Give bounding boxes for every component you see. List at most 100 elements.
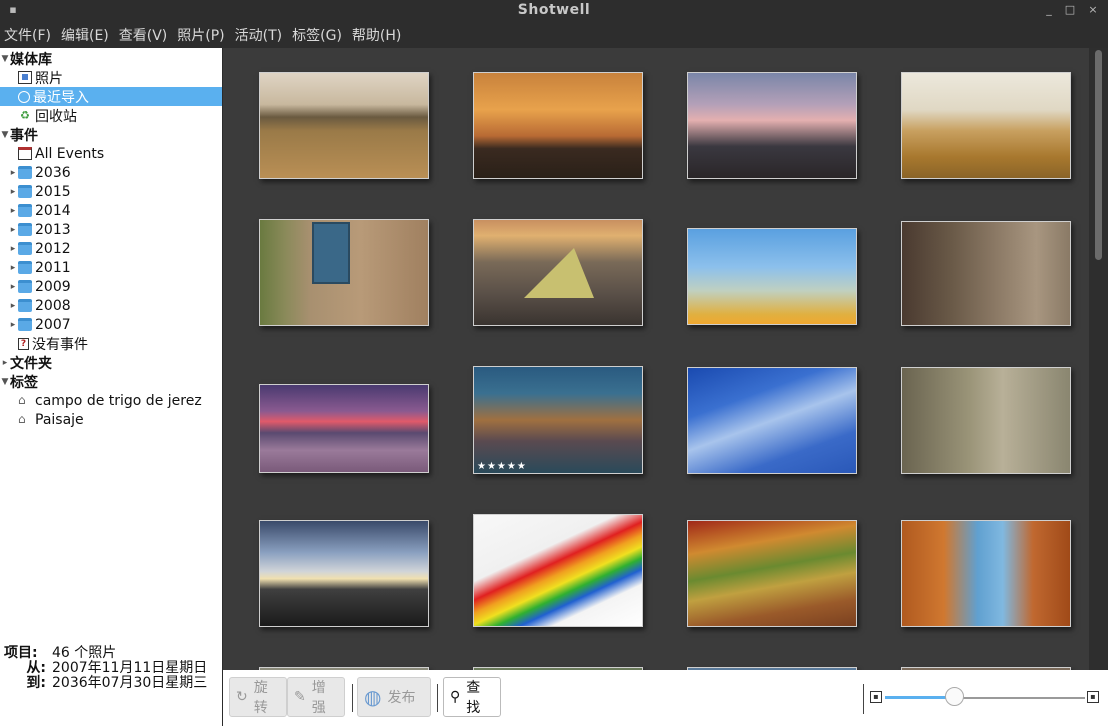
expander-icon[interactable]: ▼ — [0, 54, 10, 64]
expander-icon[interactable]: ▸ — [8, 187, 18, 197]
vertical-scrollbar[interactable] — [1089, 48, 1108, 670]
sidebar-item-all-events[interactable]: All Events — [0, 144, 222, 163]
menu-view[interactable]: 查看(V) — [119, 25, 168, 45]
photo-thumbnail-purple-lake-sunset[interactable] — [259, 384, 429, 473]
menu-photos[interactable]: 照片(P) — [177, 25, 224, 45]
info-items-row: 项目: 46 个照片 — [4, 646, 207, 661]
info-to-row: 到: 2036年07月30日星期三 — [4, 676, 207, 691]
photo-thumbnail-wooden-wall-window[interactable] — [259, 219, 429, 326]
sidebar-item-year[interactable]: ▸ 2015 — [0, 182, 222, 201]
sidebar-item-trash[interactable]: ♻ 回收站 — [0, 106, 222, 125]
photo-thumbnail-bicycle-street-sepia[interactable] — [901, 221, 1071, 326]
expander-icon[interactable]: ▸ — [8, 320, 18, 330]
photo-thumbnail-colorful-terraces[interactable] — [687, 520, 857, 627]
folder-icon — [18, 185, 32, 198]
folder-icon — [18, 166, 32, 179]
sidebar-item-year[interactable]: ▸ 2014 — [0, 201, 222, 220]
tag-icon: ⌂ — [18, 412, 26, 426]
zoom-slider-handle[interactable] — [945, 687, 964, 706]
sidebar-item-year[interactable]: ▸ 2013 — [0, 220, 222, 239]
photo-thumbnail-wheat-field-sunset[interactable] — [259, 72, 429, 179]
photo-thumbnail-blurred-blue-orange[interactable] — [687, 228, 857, 325]
expander-icon[interactable]: ▸ — [8, 301, 18, 311]
no-event-icon: ? — [18, 337, 29, 350]
sidebar-item-year[interactable]: ▸ 2008 — [0, 296, 222, 315]
photo-thumbnail-paper-boat-pebbles[interactable] — [473, 219, 643, 326]
publish-button[interactable]: ◍ 发布 — [357, 677, 431, 717]
trash-icon: ♻ — [20, 109, 30, 122]
sidebar-item-year[interactable]: ▸ 2009 — [0, 277, 222, 296]
zoom-in-icon[interactable]: ▪ — [1087, 691, 1099, 703]
sidebar-item-tag[interactable]: ⌂ Paisaje — [0, 410, 222, 429]
sidebar: ▼ 媒体库 照片 最近导入 ♻ 回收站 ▼ 事件 All Events ▸ 20… — [0, 48, 222, 726]
sidebar-item-year[interactable]: ▸ 2036 — [0, 163, 222, 182]
sidebar-item-year[interactable]: ▸ 2011 — [0, 258, 222, 277]
sidebar-item-photos[interactable]: 照片 — [0, 68, 222, 87]
sidebar-item-no-event[interactable]: ? 没有事件 — [0, 334, 222, 353]
expander-icon[interactable]: ▼ — [0, 377, 10, 387]
expander-icon[interactable]: ▸ — [8, 225, 18, 235]
paper-boat — [524, 248, 594, 298]
sidebar-item-recent-import[interactable]: 最近导入 — [0, 87, 222, 106]
photo-thumbnail-blue-sky-blossom[interactable] — [687, 367, 857, 474]
photo-thumbnail-white-blossom-bokeh[interactable] — [901, 367, 1071, 474]
expander-icon[interactable]: ▸ — [8, 282, 18, 292]
info-items-label: 项目: — [4, 645, 38, 661]
sidebar-item-tag[interactable]: ⌂ campo de trigo de jerez — [0, 391, 222, 410]
tag-icon: ⌂ — [18, 393, 26, 407]
globe-icon: ◍ — [364, 685, 382, 709]
scrollbar-thumb[interactable] — [1095, 50, 1102, 260]
expander-icon[interactable]: ▸ — [8, 263, 18, 273]
selection-info: 项目: 46 个照片 从: 2007年11月11日星期日 到: 2036年07月… — [4, 646, 207, 691]
clock-icon — [18, 90, 30, 103]
photo-thumbnail-venice-canal-night[interactable]: ★★★★★ — [473, 366, 643, 474]
expander-icon[interactable]: ▸ — [0, 358, 10, 368]
menu-file[interactable]: 文件(F) — [4, 25, 51, 45]
sidebar-header-library[interactable]: ▼ 媒体库 — [0, 49, 222, 68]
expander-icon[interactable]: ▸ — [8, 168, 18, 178]
search-icon: ⚲ — [450, 689, 461, 705]
info-from-row: 从: 2007年11月11日星期日 — [4, 661, 207, 676]
sidebar-item-year[interactable]: ▸ 2007 — [0, 315, 222, 334]
toolbar-separator — [863, 684, 864, 714]
info-to-value: 2036年07月30日星期三 — [52, 675, 208, 691]
folder-icon — [18, 299, 32, 312]
rotate-icon: ↻ — [236, 689, 248, 705]
menu-tags[interactable]: 标签(G) — [292, 25, 342, 45]
photo-thumbnail-cloudy-sea-horizon[interactable] — [259, 520, 429, 627]
expander-icon[interactable]: ▸ — [8, 206, 18, 216]
folder-icon — [18, 242, 32, 255]
sidebar-item-year[interactable]: ▸ 2012 — [0, 239, 222, 258]
sidebar-header-events[interactable]: ▼ 事件 — [0, 125, 222, 144]
sidebar-header-folders[interactable]: ▸ 文件夹 — [0, 353, 222, 372]
info-from-label: 从: — [26, 660, 46, 676]
folder-icon — [18, 223, 32, 236]
close-icon[interactable]: × — [1086, 3, 1100, 17]
maximize-icon[interactable]: □ — [1063, 3, 1077, 17]
menu-events[interactable]: 活动(T) — [235, 25, 282, 45]
menu-help[interactable]: 帮助(H) — [352, 25, 401, 45]
find-button[interactable]: ⚲ 查找 — [443, 677, 501, 717]
photo-thumbnail-pink-dusk-trees[interactable] — [687, 72, 857, 179]
window-title: Shotwell — [517, 2, 591, 18]
expander-icon[interactable]: ▸ — [8, 244, 18, 254]
menu-edit[interactable]: 编辑(E) — [61, 25, 109, 45]
minimize-icon[interactable]: _ — [1042, 3, 1056, 17]
photo-thumbnail-wheat-closeup[interactable] — [901, 72, 1071, 179]
folder-icon — [18, 204, 32, 217]
info-from-value: 2007年11月11日星期日 — [52, 660, 208, 676]
zoom-out-icon[interactable]: ▪ — [870, 691, 882, 703]
photo-thumbnail-red-rock-arch[interactable] — [901, 520, 1071, 627]
rotate-button[interactable]: ↻ 旋转 — [229, 677, 287, 717]
info-items-value: 46 个照片 — [52, 645, 117, 661]
events-icon — [18, 147, 32, 160]
photo-thumbnail-rainbow-pencils-boat[interactable] — [473, 514, 643, 627]
enhance-button[interactable]: ✎ 增强 — [287, 677, 345, 717]
toolbar-separator — [437, 684, 438, 712]
sidebar-header-tags[interactable]: ▼ 标签 — [0, 372, 222, 391]
folder-icon — [18, 318, 32, 331]
photo-thumbnail-orange-sunset-field[interactable] — [473, 72, 643, 179]
title-bar: ▪ Shotwell _ □ × — [0, 0, 1108, 22]
photos-icon — [18, 71, 32, 84]
expander-icon[interactable]: ▼ — [0, 130, 10, 140]
